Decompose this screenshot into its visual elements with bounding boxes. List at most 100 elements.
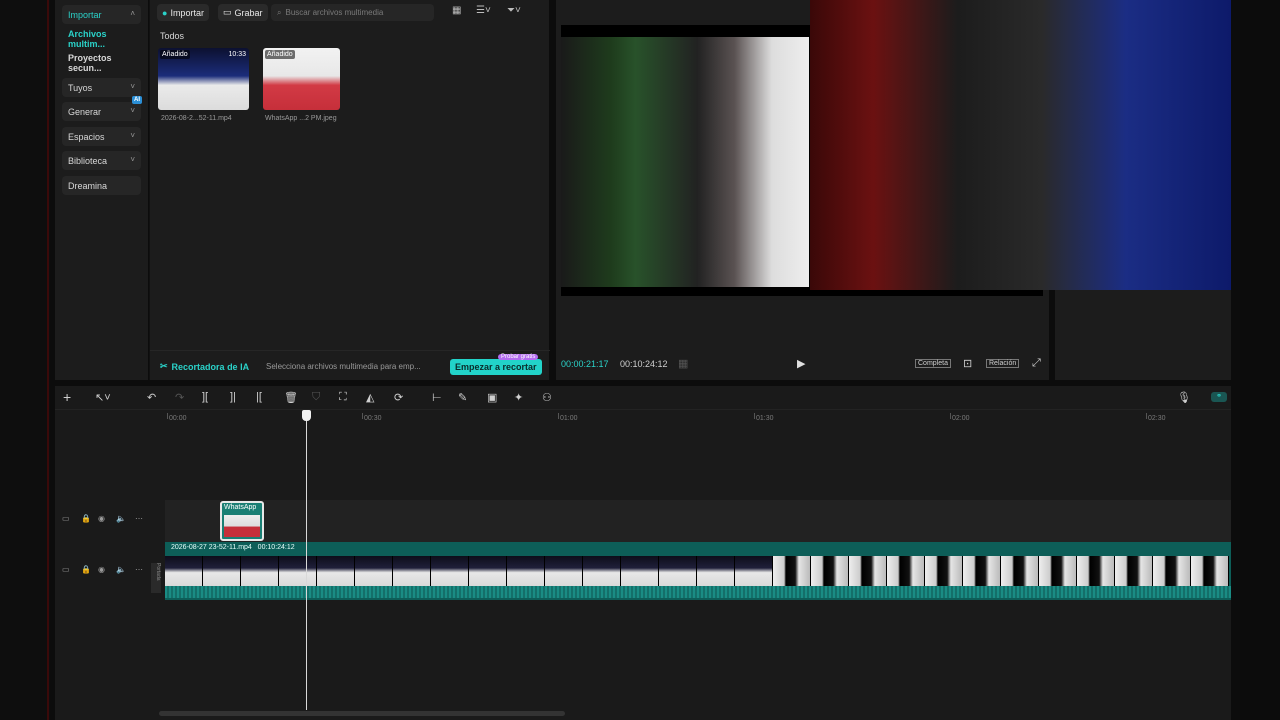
playhead-line[interactable] — [306, 410, 307, 710]
ruler-label: 01:30 — [756, 415, 774, 422]
sidebar-item-generar[interactable]: Generar ˅ AI — [62, 96, 142, 121]
more-icon[interactable]: ⋯ — [135, 565, 143, 574]
sidebar-item-label: Generar — [68, 106, 102, 117]
split-right-icon[interactable]: |[ — [256, 391, 262, 403]
undo-icon[interactable]: ↶ — [147, 391, 156, 404]
clip-frame — [431, 556, 469, 586]
clip-frame — [393, 556, 431, 586]
main-video-clip[interactable]: 2026-08-27 23-52-11.mp4 00:10:24:12 — [165, 542, 1231, 600]
more-icon[interactable]: ⋯ — [135, 514, 143, 523]
grid-view-icon[interactable]: ▦ — [452, 5, 461, 16]
chevron-down-icon: ˅ — [130, 106, 135, 115]
edit-icon[interactable]: ✎ — [458, 391, 467, 404]
image-clip-thumbnail — [224, 515, 260, 537]
sidebar-item-archivos[interactable]: Archivos multim... — [62, 28, 141, 49]
start-cutting-button[interactable]: Empezar a recortar — [450, 359, 542, 375]
clip-frame — [545, 556, 583, 586]
media-item-video[interactable]: Añadido 10:33 — [158, 48, 249, 110]
microphone-icon[interactable]: 🎙 — [1177, 391, 1191, 404]
edge-line — [47, 0, 49, 720]
sidebar-item-label: Dreamina — [68, 180, 108, 191]
timeline-toolbar: + ↖˅ ↶ ↷ ][ ]| |[ 🗑 ⛉ ⛶ ◭ ⟳ ⊢ ✎ ▣ ✦ ⚇ 🎙 … — [55, 386, 1231, 410]
sidebar-item-biblioteca[interactable]: Biblioteca ˅ — [62, 151, 141, 170]
full-quality-button[interactable]: Completa — [915, 359, 951, 368]
sidebar-item-tuyos[interactable]: Tuyos ˅ — [62, 78, 141, 97]
time-ruler[interactable]: 00:00 00:30 01:00 01:30 02:00 02:30 — [151, 410, 1231, 430]
sidebar-item-espacios[interactable]: Espacios ˅ — [62, 127, 141, 146]
tick — [167, 413, 168, 419]
crop-icon[interactable]: ⛶ — [339, 391, 347, 404]
clip-frame — [887, 556, 925, 586]
sidebar-item-label: Espacios — [68, 131, 105, 142]
ruler-label: 01:00 — [560, 415, 578, 422]
add-icon[interactable]: + — [63, 389, 71, 405]
redo-icon[interactable]: ↷ — [175, 391, 184, 404]
clip-frame — [1115, 556, 1153, 586]
overlay-video-frame — [810, 0, 1231, 290]
image-clip-label: WhatsApp — [224, 504, 257, 511]
clip-frame — [925, 556, 963, 586]
sidebar-item-proyectos[interactable]: Proyectos secun... — [62, 53, 141, 73]
ai-cutter-description: Selecciona archivos multimedia para emp.… — [266, 362, 421, 371]
ratio-button[interactable]: Relación — [986, 359, 1020, 368]
clip-frame — [241, 556, 279, 586]
split-icon[interactable]: ][ — [202, 391, 208, 403]
sidebar-item-importar[interactable]: Importar ˄ — [62, 5, 141, 24]
fit-icon[interactable]: ⊡ — [963, 357, 972, 370]
play-button[interactable]: ▶ — [797, 357, 805, 370]
clip-frame — [1191, 556, 1229, 586]
rotate-icon[interactable]: ⟳ — [394, 391, 403, 404]
ai-cutter-title: ✂ Recortadora de IA — [160, 361, 249, 372]
eye-icon[interactable]: ◉ — [98, 514, 105, 523]
chevron-down-icon: ˅ — [130, 131, 135, 140]
tick — [558, 413, 559, 419]
clip-frame — [963, 556, 1001, 586]
fullscreen-icon[interactable]: ⤢ — [1032, 357, 1041, 370]
tick — [950, 413, 951, 419]
mirror-icon[interactable]: ◭ — [366, 391, 374, 404]
link-toggle-icon[interactable]: ⚭ — [1211, 392, 1227, 402]
delete-icon[interactable]: 🗑 — [284, 391, 298, 404]
overlay-track — [165, 500, 1231, 542]
person-icon[interactable]: ⚇ — [542, 391, 552, 404]
shield-icon[interactable]: ⛉ — [312, 391, 320, 404]
speaker-icon[interactable]: 🔈 — [116, 565, 126, 574]
media-panel: ● Importar ▭ Grabar ⌕ Buscar archivos mu… — [149, 0, 550, 380]
ai-badge: AI — [132, 96, 142, 104]
main-clip-label: 2026-08-27 23-52-11.mp4 00:10:24:12 — [171, 544, 295, 551]
sidebar-item-dreamina[interactable]: Dreamina — [62, 176, 141, 195]
clip-frame — [317, 556, 355, 586]
image-clip[interactable]: WhatsApp — [220, 501, 264, 541]
eye-icon[interactable]: ◉ — [98, 565, 105, 574]
clip-frame — [1077, 556, 1115, 586]
sidebar-item-label: Archivos multim... — [68, 28, 107, 49]
speaker-icon[interactable]: 🔈 — [116, 514, 126, 523]
clip-frame — [1153, 556, 1191, 586]
search-input[interactable]: ⌕ Buscar archivos multimedia — [271, 4, 434, 21]
freeze-icon[interactable]: ⊢ — [432, 391, 442, 404]
record-button[interactable]: ▭ Grabar — [218, 4, 268, 21]
ruler-label: 00:30 — [364, 415, 382, 422]
tick — [1146, 413, 1147, 419]
clip-frame — [697, 556, 735, 586]
caption-icon[interactable]: ▣ — [487, 391, 497, 404]
main-clip-duration: 00:10:24:12 — [257, 544, 295, 551]
sort-icon[interactable]: ☰˅ — [476, 5, 491, 16]
playhead-handle[interactable] — [302, 410, 311, 421]
cover-strip[interactable]: Portada — [151, 563, 161, 593]
clip-frame — [773, 556, 811, 586]
magic-icon[interactable]: ✦ — [514, 391, 523, 404]
select-tool-icon[interactable]: ↖˅ — [95, 391, 111, 404]
split-left-icon[interactable]: ]| — [230, 391, 236, 403]
filter-icon[interactable]: ⏷˅ — [507, 5, 521, 16]
horizontal-scrollbar[interactable] — [159, 711, 565, 716]
clip-frame — [279, 556, 317, 586]
total-time: 00:10:24:12 — [620, 359, 668, 369]
lock-icon[interactable]: 🔒 — [81, 514, 91, 523]
search-placeholder: Buscar archivos multimedia — [285, 8, 384, 17]
lock-icon[interactable]: 🔒 — [81, 565, 91, 574]
clip-frame — [507, 556, 545, 586]
import-button[interactable]: ● Importar — [157, 4, 209, 21]
timeline-grid-icon[interactable]: ▦ — [678, 357, 688, 370]
media-item-image[interactable]: Añadido — [263, 48, 340, 110]
